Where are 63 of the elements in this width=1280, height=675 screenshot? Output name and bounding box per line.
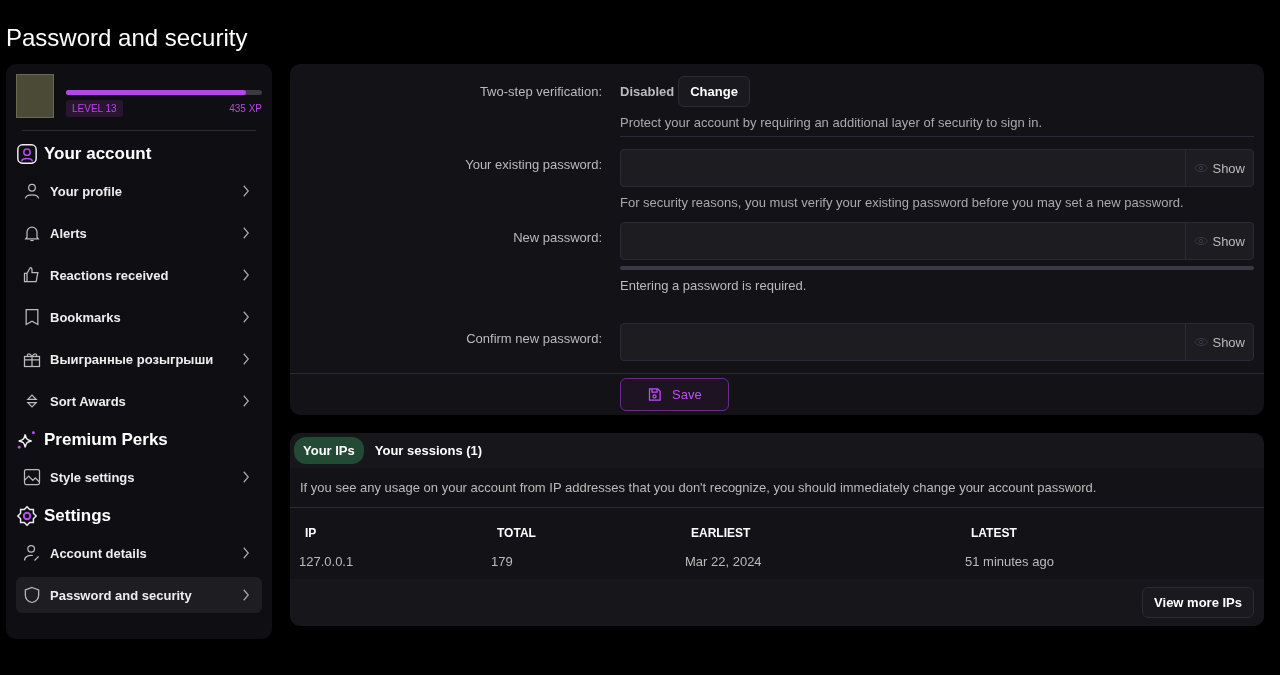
- table-cell-text: 179: [491, 554, 514, 569]
- field-label: Your existing password:: [464, 156, 602, 174]
- column-header: IP: [305, 526, 318, 540]
- show-password-button[interactable]: Show: [1185, 223, 1253, 259]
- password-field[interactable]: Show: [620, 149, 1254, 187]
- field-label: Confirm new password:: [465, 330, 602, 348]
- chevron-right-icon: [242, 395, 250, 407]
- sidebar-item[interactable]: Account details: [16, 535, 262, 571]
- image-icon: [22, 467, 42, 487]
- sidebar-item[interactable]: Выигранные розыгрыши: [16, 341, 262, 377]
- table-cell-text: Mar 22, 2024: [685, 554, 763, 569]
- notice-text: If you see any usage on your account from IP addresses that you don't recognize, you should immediately change your account password.: [290, 468, 1264, 508]
- chevron-right-icon: [242, 269, 250, 281]
- status-text: Disabled: [620, 84, 675, 99]
- column-header: TOTAL: [497, 526, 537, 540]
- person-icon: [22, 181, 42, 201]
- chevron-right-icon: [242, 471, 250, 483]
- chevron-right-icon: [242, 353, 250, 365]
- level-badge: LEVEL 13: [66, 100, 123, 117]
- chevron-right-icon: [242, 547, 250, 559]
- change-button[interactable]: Change: [678, 76, 750, 107]
- column-header: EARLIEST: [691, 526, 752, 540]
- eye-icon: [1194, 337, 1209, 347]
- chevron-right-icon: [242, 227, 250, 239]
- field-label: Two-step verification:: [478, 83, 602, 101]
- sidebar-item[interactable]: Alerts: [16, 215, 262, 251]
- settings-icon: [16, 505, 38, 527]
- password-field[interactable]: Show: [620, 222, 1254, 260]
- view-more-button[interactable]: View more IPs: [1142, 587, 1254, 618]
- field-hint: Entering a password is required.: [620, 278, 808, 293]
- avatar-placeholder: [16, 74, 54, 118]
- section-heading: Premium Perks: [44, 430, 168, 450]
- password-field[interactable]: Show: [620, 323, 1254, 361]
- field-hint: Protect your account by requiring an additional layer of security to sign in.: [620, 115, 1043, 130]
- show-password-button[interactable]: Show: [1185, 324, 1253, 360]
- section-heading: Settings: [44, 506, 112, 526]
- personedit-icon: [22, 543, 42, 563]
- eye-icon: [1194, 236, 1209, 246]
- chevron-right-icon: [242, 311, 250, 323]
- table-cell: 51 minutes ago: [965, 554, 1054, 569]
- user-icon: [16, 143, 38, 165]
- table-cell-text: 127.0.0.1: [299, 554, 355, 569]
- tab[interactable]: Your IPs: [294, 437, 364, 464]
- shield-icon: [22, 585, 42, 605]
- xp-count: 435 XP: [229, 103, 262, 114]
- save-button[interactable]: Save: [620, 378, 729, 411]
- chevron-right-icon: [242, 589, 250, 601]
- sidebar-item[interactable]: Sort Awards: [16, 383, 262, 419]
- sidebar-item[interactable]: Reactions received: [16, 257, 262, 293]
- field-hint: For security reasons, you must verify your existing password before you may set a new password.: [620, 195, 1185, 210]
- page-title: Password and security: [6, 23, 249, 53]
- column-header: LATEST: [971, 526, 1017, 540]
- eye-icon: [1194, 163, 1209, 173]
- tab[interactable]: Your sessions (1): [365, 437, 492, 464]
- section-heading: Your account: [44, 144, 152, 164]
- sidebar-item[interactable]: Bookmarks: [16, 299, 262, 335]
- show-password-button[interactable]: Show: [1185, 150, 1253, 186]
- sidebar-item[interactable]: Password and security: [16, 577, 262, 613]
- sparkle-icon: [16, 429, 38, 451]
- field-label: New password:: [512, 229, 602, 247]
- sidebar-item[interactable]: Your profile: [16, 173, 262, 209]
- sidebar-item[interactable]: Style settings: [16, 459, 262, 495]
- chevron-right-icon: [242, 185, 250, 197]
